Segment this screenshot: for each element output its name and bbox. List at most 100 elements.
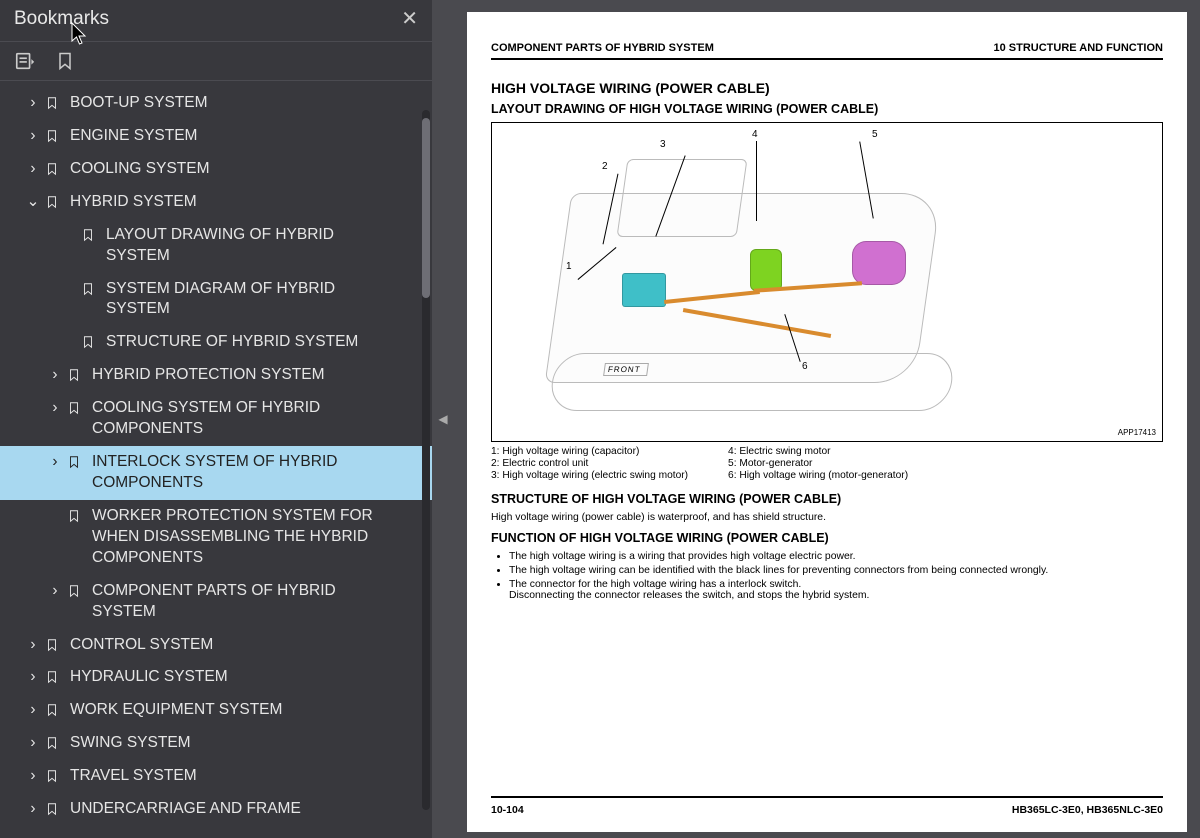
header-left: COMPONENT PARTS OF HYBRID SYSTEM — [491, 42, 714, 54]
bookmark-icon — [80, 225, 96, 245]
bookmark-icon — [44, 799, 60, 819]
machine-illustration: FRONT — [532, 163, 952, 423]
heading-main: HIGH VOLTAGE WIRING (POWER CABLE) — [491, 80, 1163, 96]
bookmark-icon — [44, 667, 60, 687]
bookmark-node[interactable]: ›ENGINE SYSTEM — [0, 120, 432, 153]
chevron-right-icon[interactable]: › — [48, 452, 62, 473]
bookmarks-tree[interactable]: ›BOOT-UP SYSTEM›ENGINE SYSTEM›COOLING SY… — [0, 81, 432, 838]
bookmarks-header: Bookmarks ✕ — [0, 0, 432, 42]
app-root: Bookmarks ✕ › BOOT-UP SYSTEM ›ENGINE SYSTE… — [0, 0, 1200, 838]
bookmark-label: BOOT-UP SYSTEM — [70, 93, 236, 114]
options-button[interactable] — [14, 50, 36, 72]
bookmark-node[interactable]: › COOLING SYSTEM OF HYBRID COMPONENTS — [0, 392, 432, 446]
collapse-icon: ◀ — [438, 412, 447, 426]
figure-legend: 1: High voltage wiring (capacitor) 2: El… — [491, 446, 1163, 482]
bookmark-node[interactable]: › TRAVEL SYSTEM — [0, 760, 432, 793]
bookmark-node[interactable]: ›SYSTEM DIAGRAM OF HYBRID SYSTEM — [0, 273, 432, 327]
bookmark-label: HYDRAULIC SYSTEM — [70, 667, 256, 688]
bookmark-node[interactable]: › SWING SYSTEM — [0, 727, 432, 760]
bookmark-node[interactable]: › HYBRID PROTECTION SYSTEM — [0, 359, 432, 392]
bookmark-node[interactable]: › BOOT-UP SYSTEM — [0, 87, 432, 120]
component-ecu — [622, 273, 666, 307]
sidebar-scrollbar-thumb[interactable] — [422, 118, 430, 298]
bookmark-node[interactable]: › COMPONENT PARTS OF HYBRID SYSTEM — [0, 575, 432, 629]
bookmark-label: WORK EQUIPMENT SYSTEM — [70, 700, 310, 721]
legend-col-left: 1: High voltage wiring (capacitor) 2: El… — [491, 446, 688, 482]
panel-collapse-gutter[interactable]: ◀ — [432, 0, 454, 838]
bookmark-icon — [44, 733, 60, 753]
close-panel-button[interactable]: ✕ — [401, 6, 418, 31]
chevron-right-icon[interactable]: › — [26, 766, 40, 787]
callout-3: 3 — [660, 139, 666, 150]
bookmark-icon — [66, 398, 82, 418]
bookmark-icon — [66, 365, 82, 385]
chevron-right-icon[interactable]: › — [48, 365, 62, 386]
figure-id: APP17413 — [1118, 428, 1156, 437]
bookmark-label: COMPONENT PARTS OF HYBRID SYSTEM — [92, 581, 424, 623]
bookmark-label: TRAVEL SYSTEM — [70, 766, 225, 787]
heading-sub: LAYOUT DRAWING OF HIGH VOLTAGE WIRING (P… — [491, 102, 1163, 116]
chevron-right-icon[interactable]: › — [26, 667, 40, 688]
paragraph-structure: High voltage wiring (power cable) is wat… — [491, 512, 1163, 523]
footer-model: HB365LC-3E0, HB365NLC-3E0 — [1012, 804, 1163, 816]
bookmark-node[interactable]: ›WORKER PROTECTION SYSTEM FOR WHEN DISAS… — [0, 500, 432, 575]
heading-structure: STRUCTURE OF HIGH VOLTAGE WIRING (POWER … — [491, 492, 1163, 506]
legend-item: 5: Motor-generator — [728, 458, 908, 469]
bookmark-label: STRUCTURE OF HYBRID SYSTEM — [106, 332, 386, 353]
legend-col-right: 4: Electric swing motor 5: Motor-generat… — [728, 446, 908, 482]
chevron-right-icon[interactable]: › — [48, 398, 62, 419]
chevron-right-icon[interactable]: › — [26, 799, 40, 820]
bullet-item: The connector for the high voltage wirin… — [509, 579, 1163, 601]
bookmark-node[interactable]: › HYDRAULIC SYSTEM — [0, 661, 432, 694]
bookmark-node[interactable]: ⌄ HYBRID SYSTEM — [0, 186, 432, 219]
bookmark-icon — [80, 279, 96, 299]
chevron-right-icon[interactable]: › — [26, 93, 40, 114]
legend-item: 1: High voltage wiring (capacitor) — [491, 446, 688, 457]
bookmark-node[interactable]: ›LAYOUT DRAWING OF HYBRID SYSTEM — [0, 219, 432, 273]
find-bookmark-button[interactable] — [54, 50, 76, 72]
chevron-right-icon[interactable]: › — [26, 733, 40, 754]
layout-figure: FRONT 1 2 3 4 5 6 APP17413 — [491, 122, 1163, 442]
bookmark-node[interactable]: › COOLING SYSTEM — [0, 153, 432, 186]
chevron-right-icon[interactable]: › — [26, 700, 40, 721]
callout-1: 1 — [566, 261, 572, 272]
chevron-down-icon[interactable]: ⌄ — [26, 192, 40, 213]
bookmark-label: COOLING SYSTEM OF HYBRID COMPONENTS — [92, 398, 424, 440]
page-footer: 10-104 HB365LC-3E0, HB365NLC-3E0 — [491, 796, 1163, 816]
callout-2: 2 — [602, 161, 608, 172]
bookmark-label: CONTROL SYSTEM — [70, 635, 241, 656]
chevron-right-icon[interactable]: › — [26, 126, 40, 147]
bookmark-icon — [66, 581, 82, 601]
legend-item: 3: High voltage wiring (electric swing m… — [491, 470, 688, 481]
bookmark-label: WORKER PROTECTION SYSTEM FOR WHEN DISASS… — [92, 506, 424, 569]
chevron-right-icon[interactable]: › — [26, 635, 40, 656]
chevron-right-icon[interactable]: › — [26, 159, 40, 180]
component-electric-swing-motor — [750, 249, 782, 291]
bookmark-icon — [44, 766, 60, 786]
document-viewport[interactable]: COMPONENT PARTS OF HYBRID SYSTEM 10 STRU… — [454, 0, 1200, 838]
bookmark-node[interactable]: › CONTROL SYSTEM — [0, 629, 432, 662]
callout-5: 5 — [872, 129, 878, 140]
callout-6: 6 — [802, 361, 808, 372]
bookmark-icon — [66, 506, 82, 526]
bookmark-node[interactable]: › WORK EQUIPMENT SYSTEM — [0, 694, 432, 727]
bookmark-label: SYSTEM DIAGRAM OF HYBRID SYSTEM — [106, 279, 424, 321]
bookmark-icon — [44, 126, 60, 146]
bookmark-icon — [44, 159, 60, 179]
component-motor-generator — [852, 241, 906, 285]
chevron-right-icon[interactable]: › — [48, 581, 62, 602]
bookmark-node[interactable]: ›UNDERCARRIAGE AND FRAME — [0, 793, 432, 826]
bookmark-node[interactable]: ›STRUCTURE OF HYBRID SYSTEM — [0, 326, 432, 359]
page-running-header: COMPONENT PARTS OF HYBRID SYSTEM 10 STRU… — [491, 42, 1163, 60]
bookmark-label: HYBRID PROTECTION SYSTEM — [92, 365, 353, 386]
bookmark-icon — [80, 332, 96, 352]
front-arrow-label: FRONT — [603, 363, 648, 376]
bookmark-label: COOLING SYSTEM — [70, 159, 238, 180]
bookmarks-title: Bookmarks — [14, 8, 109, 30]
heading-function: FUNCTION OF HIGH VOLTAGE WIRING (POWER C… — [491, 531, 1163, 545]
bookmark-label: HYBRID SYSTEM — [70, 192, 225, 213]
bookmark-label: INTERLOCK SYSTEM OF HYBRID COMPONENTS — [92, 452, 424, 494]
bookmark-label: SWING SYSTEM — [70, 733, 219, 754]
bookmark-icon — [44, 93, 60, 113]
bookmark-node[interactable]: › INTERLOCK SYSTEM OF HYBRID COMPONENTS — [0, 446, 432, 500]
